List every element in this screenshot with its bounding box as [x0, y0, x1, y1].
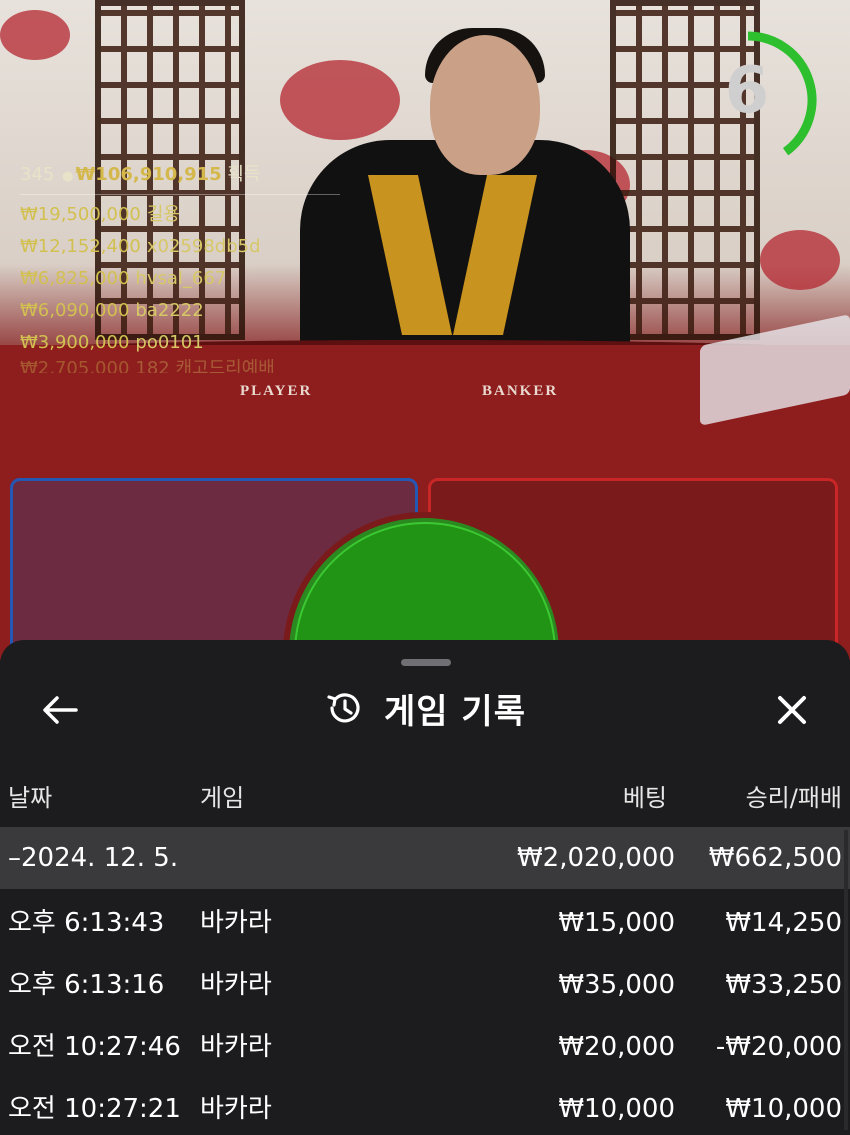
- row-bet: ₩10,000: [558, 1094, 675, 1124]
- close-icon: [778, 696, 806, 724]
- row-bet: ₩15,000: [558, 908, 675, 938]
- countdown-timer: 6: [712, 30, 820, 170]
- winner-name: po0101: [135, 332, 204, 353]
- column-header-bet[interactable]: 베팅: [623, 778, 667, 813]
- column-header-result[interactable]: 승리/패배: [746, 778, 842, 813]
- group-date: –2024. 12. 5.: [8, 843, 179, 873]
- close-button[interactable]: [768, 686, 816, 734]
- scrollbar[interactable]: [844, 830, 848, 1130]
- row-game: 바카라: [200, 1032, 272, 1062]
- date-group-row[interactable]: –2024. 12. 5. ₩2,020,000 ₩662,500: [0, 827, 850, 889]
- dealer-head: [430, 35, 540, 175]
- row-result: ₩33,250: [725, 970, 842, 1000]
- winner-name: 길용: [146, 204, 180, 225]
- winner-amount: ₩3,900,000: [20, 332, 130, 353]
- row-result: -₩20,000: [715, 1032, 842, 1062]
- game-history-sheet: 게임 기록 날짜 게임 베팅 승리/패배 –2024. 12. 5. ₩2,02…: [0, 640, 850, 1135]
- winner-amount: ₩6,090,000: [20, 300, 130, 321]
- dealer-body: [300, 140, 630, 370]
- live-video-feed: PLAYER BANKER 6 345 ● ₩106,910,915 획득 ₩19…: [0, 0, 850, 660]
- player-table-label: PLAYER: [240, 383, 313, 399]
- winner-name: ba2222: [135, 300, 204, 321]
- winner-row: ₩12,152,400 x02598db5d: [20, 231, 340, 263]
- column-header-game[interactable]: 게임: [200, 778, 244, 813]
- winner-row: ₩6,090,000 ba2222: [20, 295, 340, 327]
- row-time: 오전 10:27:21: [8, 1094, 181, 1124]
- blossom-decoration: [760, 230, 840, 290]
- history-row[interactable]: 오전 10:27:21 바카라 ₩10,000 ₩10,000: [0, 1078, 850, 1135]
- winner-name: 182 캐고드리예배: [135, 359, 275, 373]
- history-clock-icon: [327, 693, 360, 723]
- sheet-grabber[interactable]: [401, 659, 451, 666]
- column-header-date[interactable]: 날짜: [8, 778, 52, 813]
- sheet-header: 게임 기록: [0, 682, 850, 734]
- banker-table-label: BANKER: [482, 383, 559, 399]
- winners-list: 345 ● ₩106,910,915 획득 ₩19,500,000 길용 ₩12,1…: [20, 160, 340, 373]
- row-game: 바카라: [200, 970, 272, 1000]
- row-bet: ₩35,000: [558, 970, 675, 1000]
- person-icon: ●: [62, 169, 74, 184]
- row-bet: ₩20,000: [558, 1032, 675, 1062]
- history-row[interactable]: 오후 6:13:16 바카라 ₩35,000 ₩33,250: [0, 954, 850, 1016]
- row-result: ₩10,000: [725, 1094, 842, 1124]
- group-result-total: ₩662,500: [708, 843, 842, 873]
- row-time: 오후 6:13:43: [8, 908, 165, 938]
- winner-row: ₩6,825,000 hvsal_667: [20, 263, 340, 295]
- winners-count: 345: [20, 164, 55, 185]
- history-row[interactable]: 오전 10:27:46 바카라 ₩20,000 -₩20,000: [0, 1016, 850, 1078]
- winner-amount: ₩12,152,400: [20, 236, 141, 257]
- row-time: 오후 6:13:16: [8, 970, 165, 1000]
- winner-row: ₩19,500,000 길용: [20, 199, 340, 231]
- winner-amount: ₩2,705,000: [20, 359, 130, 373]
- blossom-decoration: [0, 10, 70, 60]
- winners-suffix: 획득: [227, 164, 261, 185]
- row-game: 바카라: [200, 908, 272, 938]
- winner-row: ₩3,900,000 po0101: [20, 327, 340, 359]
- winners-total: ₩106,910,915: [75, 164, 222, 185]
- winner-row: ₩2,705,000 182 캐고드리예배: [20, 359, 340, 373]
- row-result: ₩14,250: [725, 908, 842, 938]
- winners-summary: 345 ● ₩106,910,915 획득: [20, 160, 340, 195]
- row-time: 오전 10:27:46: [8, 1032, 181, 1062]
- winner-name: x02598db5d: [146, 236, 261, 257]
- history-row[interactable]: 오후 6:13:43 바카라 ₩15,000 ₩14,250: [0, 892, 850, 954]
- blossom-decoration: [280, 60, 400, 140]
- winner-amount: ₩6,825,000: [20, 268, 130, 289]
- winner-name: hvsal_667: [135, 268, 227, 289]
- winner-amount: ₩19,500,000: [20, 204, 141, 225]
- timer-value: 6: [724, 54, 770, 128]
- row-game: 바카라: [200, 1094, 272, 1124]
- sheet-title: 게임 기록: [384, 691, 526, 732]
- group-bet-total: ₩2,020,000: [516, 843, 675, 873]
